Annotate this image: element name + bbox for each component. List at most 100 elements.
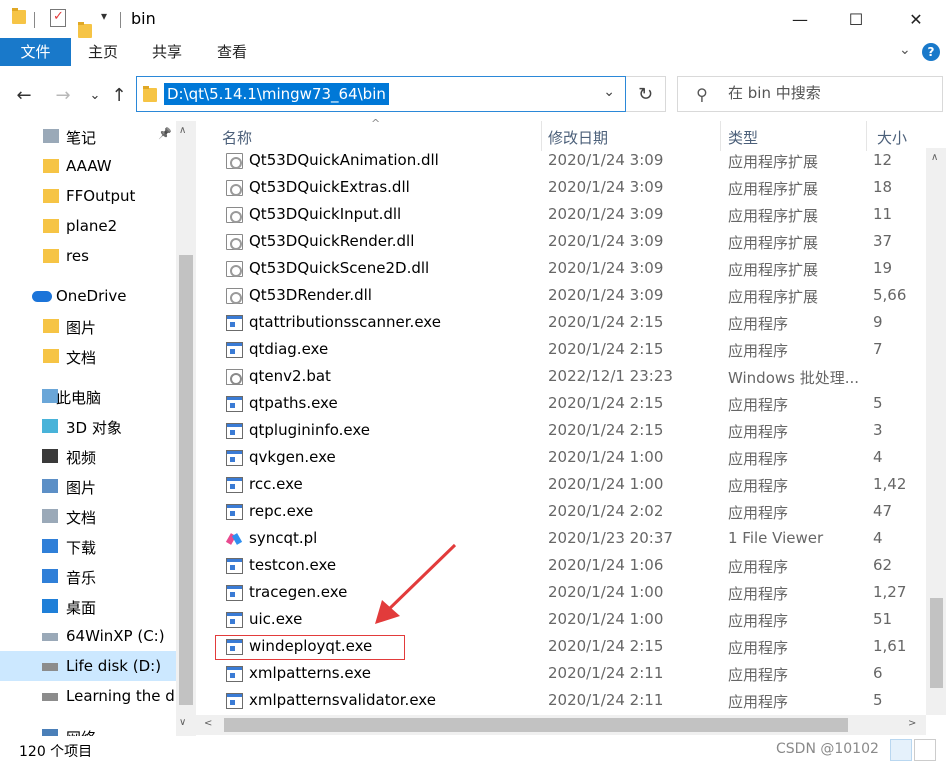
tab-file[interactable]: 文件 (0, 38, 71, 66)
column-date[interactable]: 修改日期 (548, 127, 608, 148)
tab-view[interactable]: 查看 (209, 38, 255, 66)
address-path[interactable]: D:\qt\5.14.1\mingw73_64\bin (164, 83, 389, 105)
dll-file-icon (226, 207, 243, 223)
file-row[interactable]: rcc.exe 2020/1/24 1:00 应用程序 1,42 (196, 472, 926, 499)
sidebar-item-13[interactable]: 下载 (0, 531, 176, 561)
maximize-button[interactable]: ☐ (826, 0, 886, 38)
nav-scrollbar[interactable]: ∧ ∨ (176, 121, 196, 736)
window-title: bin (131, 9, 156, 28)
file-size: 12 (873, 151, 893, 169)
file-row[interactable]: qtpaths.exe 2020/1/24 2:15 应用程序 5 (196, 391, 926, 418)
search-input[interactable] (728, 84, 928, 102)
search-box[interactable]: ⚲ (677, 76, 943, 112)
pin-icon[interactable]: 📌 (158, 127, 172, 140)
file-scroll-thumb[interactable] (930, 598, 943, 688)
scroll-up-icon[interactable]: ∧ (179, 125, 186, 136)
file-row[interactable]: Qt53DQuickAnimation.dll 2020/1/24 3:09 应用程… (196, 148, 926, 175)
large-icons-view-button[interactable] (914, 739, 936, 761)
details-view-button[interactable] (890, 739, 912, 761)
file-row[interactable]: uic.exe 2020/1/24 1:00 应用程序 51 (196, 607, 926, 634)
sidebar-item-1[interactable]: AAAW (0, 151, 176, 181)
recent-locations-button[interactable]: ⌄ (82, 80, 108, 110)
nav-scroll-thumb[interactable] (179, 255, 193, 705)
back-button[interactable]: ← (11, 80, 37, 110)
tab-home[interactable]: 主页 (80, 38, 126, 66)
file-row[interactable]: qtattributionsscanner.exe 2020/1/24 2:15 应… (196, 310, 926, 337)
sidebar-item-6[interactable]: 图片 (0, 311, 176, 341)
file-row[interactable]: xmlpatterns.exe 2020/1/24 2:11 应用程序 6 (196, 661, 926, 688)
sidebar-item-16[interactable]: 64WinXP (C:) (0, 621, 176, 651)
sidebar-item-19[interactable]: 网络 (0, 721, 176, 736)
scroll-up-icon[interactable]: ∧ (931, 152, 938, 163)
file-date: 2020/1/24 2:11 (548, 664, 664, 682)
file-row[interactable]: syncqt.pl 2020/1/23 20:37 1 File Viewer 4 (196, 526, 926, 553)
sidebar-item-2[interactable]: FFOutput (0, 181, 176, 211)
file-row[interactable]: qtenv2.bat 2022/12/1 23:23 Windows 批处理... (196, 364, 926, 391)
pl-file-icon (226, 531, 243, 547)
sidebar-item-3[interactable]: plane2 (0, 211, 176, 241)
close-button[interactable]: ✕ (886, 0, 946, 38)
file-name: xmlpatternsvalidator.exe (249, 691, 436, 709)
new-folder-icon[interactable] (78, 22, 92, 38)
file-row[interactable]: Qt53DQuickInput.dll 2020/1/24 3:09 应用程序扩展 1… (196, 202, 926, 229)
file-row[interactable]: xmlpatternsvalidator.exe 2020/1/24 2:11 应用… (196, 688, 926, 715)
scroll-down-icon[interactable]: ∨ (179, 717, 186, 728)
sidebar-item-15[interactable]: 桌面 (0, 591, 176, 621)
annotation-box (215, 635, 405, 660)
file-row[interactable]: Qt53DQuickRender.dll 2020/1/24 3:09 应用程序扩展… (196, 229, 926, 256)
column-divider[interactable] (720, 121, 721, 151)
minimize-button[interactable]: — (770, 0, 830, 38)
forward-button[interactable]: → (50, 80, 76, 110)
file-row[interactable]: Qt53DRender.dll 2020/1/24 3:09 应用程序扩展 5,66 (196, 283, 926, 310)
column-divider[interactable] (541, 121, 542, 151)
properties-icon[interactable]: ✓ (50, 9, 66, 27)
address-history-icon[interactable]: ⌄ (603, 84, 615, 100)
up-button[interactable]: ↑ (106, 80, 132, 110)
file-date: 2020/1/24 2:15 (548, 340, 664, 358)
file-row[interactable]: Qt53DQuickScene2D.dll 2020/1/24 3:09 应用程序扩… (196, 256, 926, 283)
sidebar-item-10[interactable]: 视频 (0, 441, 176, 471)
column-size[interactable]: 大小 (877, 127, 907, 148)
column-divider[interactable] (866, 121, 867, 151)
file-row[interactable]: Qt53DQuickExtras.dll 2020/1/24 3:09 应用程序扩展… (196, 175, 926, 202)
file-row[interactable]: qtplugininfo.exe 2020/1/24 2:15 应用程序 3 (196, 418, 926, 445)
sidebar-item-label: 笔记 (66, 129, 97, 147)
scroll-left-icon[interactable]: < (204, 718, 212, 729)
help-icon[interactable]: ? (922, 43, 940, 61)
column-name[interactable]: 名称 (222, 127, 252, 148)
sidebar-item-12[interactable]: 文档 (0, 501, 176, 531)
sidebar-item-11[interactable]: 图片 (0, 471, 176, 501)
file-name: Qt53DRender.dll (249, 286, 372, 304)
tab-share[interactable]: 共享 (144, 38, 190, 66)
file-date: 2022/12/1 23:23 (548, 367, 673, 385)
sidebar-item-18[interactable]: Learning the di (0, 681, 176, 711)
file-list-scrollbar[interactable]: ∧ (926, 148, 946, 715)
file-name: Qt53DQuickRender.dll (249, 232, 415, 250)
ribbon-expand-icon[interactable]: ⌄ (899, 42, 911, 58)
column-type[interactable]: 类型 (728, 127, 758, 148)
file-name: testcon.exe (249, 556, 337, 574)
sidebar-item-4[interactable]: res (0, 241, 176, 271)
sidebar-item-17[interactable]: Life disk (D:) (0, 651, 176, 681)
documents-icon (42, 509, 58, 523)
file-size: 11 (873, 205, 893, 223)
file-row[interactable]: repc.exe 2020/1/24 2:02 应用程序 47 (196, 499, 926, 526)
sidebar-item-0[interactable]: 笔记 📌 (0, 121, 176, 151)
sidebar-item-7[interactable]: 文档 (0, 341, 176, 371)
sidebar-item-14[interactable]: 音乐 (0, 561, 176, 591)
scroll-right-icon[interactable]: > (908, 718, 916, 729)
file-size: 47 (873, 502, 893, 520)
sidebar-item-9[interactable]: 3D 对象 (0, 411, 176, 441)
customize-qat-icon[interactable]: ▾ (101, 9, 107, 23)
horizontal-scroll-thumb[interactable] (224, 718, 848, 732)
file-row[interactable]: qvkgen.exe 2020/1/24 1:00 应用程序 4 (196, 445, 926, 472)
address-bar[interactable]: D:\qt\5.14.1\mingw73_64\bin ⌄ (136, 76, 626, 112)
refresh-button[interactable]: ↻ (626, 76, 666, 112)
sidebar-item-8[interactable]: 此电脑 (0, 381, 176, 411)
file-row[interactable]: tracegen.exe 2020/1/24 1:00 应用程序 1,27 (196, 580, 926, 607)
horizontal-scrollbar[interactable]: < > (196, 715, 926, 735)
sidebar-item-5[interactable]: OneDrive (0, 281, 176, 311)
file-row[interactable]: qtdiag.exe 2020/1/24 2:15 应用程序 7 (196, 337, 926, 364)
file-row[interactable]: testcon.exe 2020/1/24 1:06 应用程序 62 (196, 553, 926, 580)
file-type: 应用程序扩展 (728, 207, 819, 225)
